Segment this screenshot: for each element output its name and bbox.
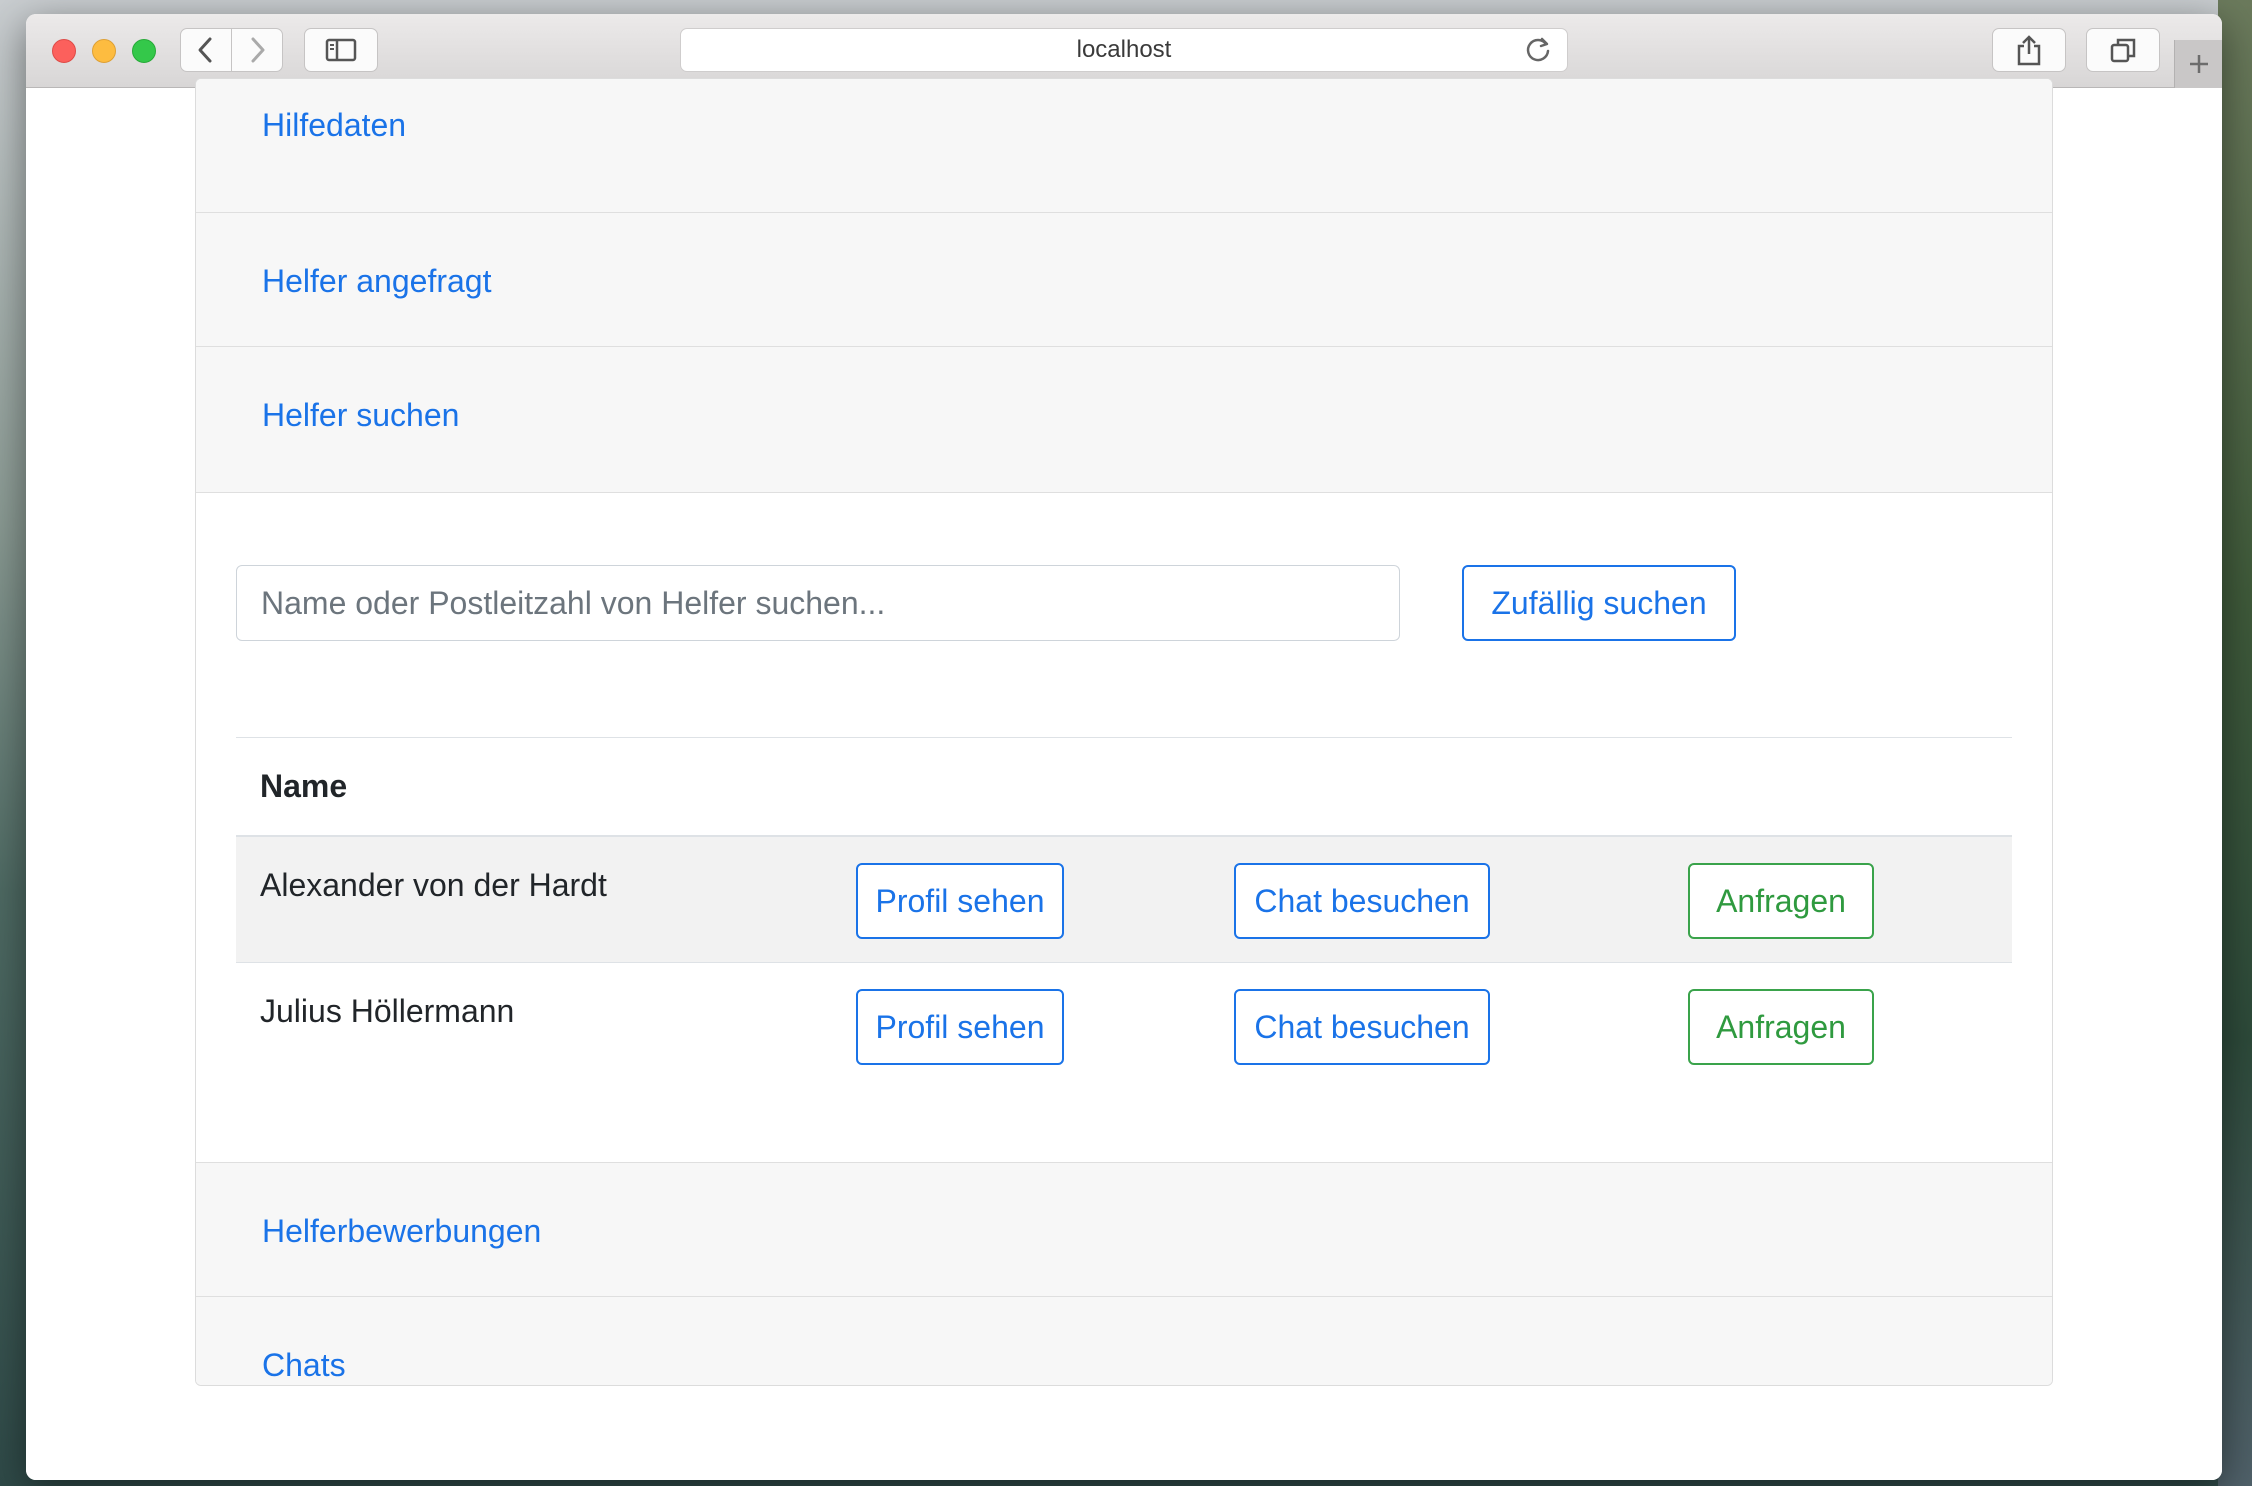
page-content: Hilfedaten Helfer angefragt Helfer suche… [26, 78, 2222, 1480]
table-row: Alexander von der Hardt Profil sehen Cha… [236, 837, 2012, 963]
helper-search-input[interactable] [236, 565, 1400, 641]
accordion: Hilfedaten Helfer angefragt Helfer suche… [195, 78, 2053, 1386]
share-button[interactable] [1992, 28, 2066, 72]
show-tabs-button[interactable] [2086, 28, 2160, 72]
chevron-left-icon [198, 37, 212, 63]
close-window-button[interactable] [52, 39, 76, 63]
visit-chat-button[interactable]: Chat besuchen [1234, 863, 1490, 939]
accordion-link-helfer-suchen[interactable]: Helfer suchen [262, 395, 459, 435]
chevron-right-icon [251, 37, 265, 63]
new-tab-button[interactable] [2174, 40, 2222, 88]
tabs-icon [2110, 38, 2136, 63]
sidebar-icon [325, 38, 357, 62]
browser-toolbar: localhost [26, 14, 2222, 88]
desktop-background [2218, 0, 2252, 1486]
reload-icon[interactable] [1523, 35, 1553, 65]
sidebar-toggle-button[interactable] [304, 28, 378, 72]
accordion-link-hilfedaten[interactable]: Hilfedaten [262, 105, 406, 145]
helper-name: Alexander von der Hardt [260, 867, 607, 903]
helfer-suchen-panel: Zufällig suchen Name Alexander von der H… [196, 493, 2052, 1163]
table-header-row: Name [236, 737, 2012, 837]
visit-chat-button[interactable]: Chat besuchen [1234, 989, 1490, 1065]
share-icon [2017, 35, 2041, 66]
accordion-header-helfer-angefragt: Helfer angefragt [196, 213, 2052, 347]
table-row: Julius Höllermann Profil sehen Chat besu… [236, 963, 2012, 1089]
request-helper-button[interactable]: Anfragen [1688, 989, 1874, 1065]
accordion-link-chats[interactable]: Chats [262, 1345, 346, 1385]
request-helper-button[interactable]: Anfragen [1688, 863, 1874, 939]
forward-button[interactable] [231, 28, 283, 72]
column-header-name: Name [260, 768, 348, 804]
minimize-window-button[interactable] [92, 39, 116, 63]
random-search-button[interactable]: Zufällig suchen [1462, 565, 1736, 641]
accordion-header-helferbewerbungen: Helferbewerbungen [196, 1163, 2052, 1297]
accordion-link-helferbewerbungen[interactable]: Helferbewerbungen [262, 1211, 541, 1251]
view-profile-button[interactable]: Profil sehen [856, 863, 1064, 939]
accordion-link-helfer-angefragt[interactable]: Helfer angefragt [262, 261, 491, 301]
accordion-header-hilfedaten: Hilfedaten [196, 79, 2052, 213]
helper-name: Julius Höllermann [260, 993, 515, 1029]
view-profile-button[interactable]: Profil sehen [856, 989, 1064, 1065]
browser-window: localhost Hilfedaten Helfer angefragt He… [26, 14, 2222, 1480]
maximize-window-button[interactable] [132, 39, 156, 63]
back-button[interactable] [180, 28, 232, 72]
accordion-header-helfer-suchen: Helfer suchen [196, 347, 2052, 493]
url-text: localhost [1076, 36, 1172, 63]
plus-icon [2189, 55, 2208, 73]
address-bar[interactable]: localhost [680, 28, 1568, 72]
accordion-header-chats: Chats [196, 1297, 2052, 1385]
